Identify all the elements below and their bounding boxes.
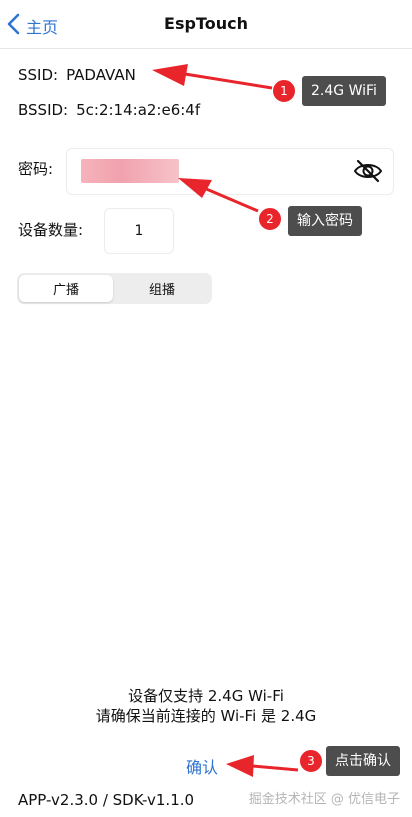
annotation-tag-1: 2.4G WiFi (302, 76, 386, 106)
wifi-notice: 设备仅支持 2.4G Wi-Fi 请确保当前连接的 Wi-Fi 是 2.4G (0, 686, 412, 726)
password-label: 密码: (18, 160, 54, 178)
ssid-value: PADAVAN (66, 66, 136, 84)
arrow-step-1 (152, 64, 273, 90)
device-count-label: 设备数量: (18, 221, 84, 239)
notice-line-1: 设备仅支持 2.4G Wi-Fi (128, 687, 284, 705)
step-badge-2: 2 (258, 207, 282, 231)
page-title: EspTouch (164, 14, 248, 33)
navigation-bar: 主页 EspTouch (0, 0, 412, 49)
mode-segmented-control: 广播 组播 (17, 273, 212, 304)
notice-line-2: 请确保当前连接的 Wi-Fi 是 2.4G (95, 707, 317, 725)
password-redacted-value (81, 159, 179, 183)
step-badge-1: 1 (272, 79, 296, 103)
device-count-input[interactable]: 1 (104, 208, 174, 254)
annotation-tag-3: 点击确认 (326, 746, 400, 776)
annotation-tag-2: 输入密码 (288, 206, 362, 236)
version-text: APP-v2.3.0 / SDK-v1.1.0 (18, 791, 195, 809)
eye-slash-icon[interactable] (353, 158, 383, 184)
step-badge-3: 3 (299, 749, 323, 773)
confirm-button[interactable]: 确认 (186, 754, 218, 778)
password-field[interactable] (66, 148, 394, 195)
arrow-step-3 (226, 755, 299, 777)
bssid-row: BSSID: 5c:2:14:a2:e6:4f (18, 101, 200, 119)
watermark: 掘金技术社区 @ 优信电子 (248, 792, 400, 807)
bssid-value: 5c:2:14:a2:e6:4f (76, 101, 201, 119)
ssid-row: SSID: PADAVAN (18, 66, 136, 84)
ssid-label: SSID: (18, 66, 59, 84)
segment-broadcast[interactable]: 广播 (19, 275, 113, 302)
bssid-label: BSSID: (18, 101, 69, 119)
screen: 主页 EspTouch SSID: PADAVAN BSSID: 5c:2:14:a… (0, 0, 412, 817)
segment-multicast[interactable]: 组播 (115, 275, 209, 302)
